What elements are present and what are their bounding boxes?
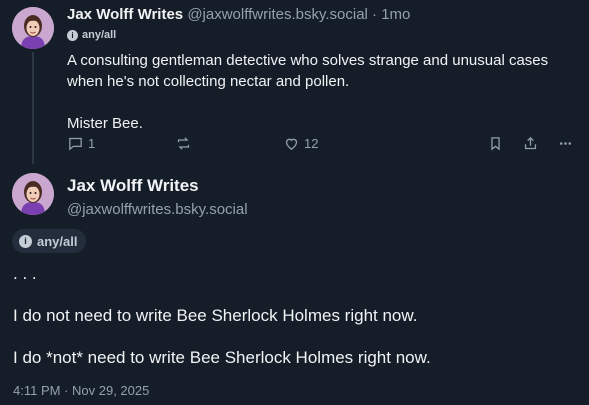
- post-text-line: A consulting gentleman detective who sol…: [67, 52, 549, 90]
- content-label-text: any/all: [82, 29, 117, 41]
- more-options-button[interactable]: [557, 135, 574, 152]
- thread-line: [32, 52, 34, 164]
- repost-button[interactable]: [175, 135, 196, 152]
- post-text-line: . . .: [13, 264, 37, 283]
- avatar-illustration: [12, 173, 54, 215]
- bookmark-button[interactable]: [487, 135, 504, 152]
- separator: ·: [372, 6, 378, 23]
- bookmark-icon: [491, 137, 500, 151]
- avatar[interactable]: [12, 173, 54, 215]
- reply-button[interactable]: 1: [67, 135, 95, 152]
- post-text: . . . I do not need to write Bee Sherloc…: [13, 263, 583, 389]
- post-actions: 1 12: [67, 135, 579, 155]
- post-timestamp[interactable]: 4:11 PM · Nov 29, 2025: [13, 383, 149, 398]
- avatar-illustration: [12, 7, 54, 49]
- label-icon: i: [19, 234, 32, 248]
- author-name[interactable]: Jax Wolff Writes: [67, 6, 183, 23]
- post-text-line: I do *not* need to write Bee Sherlock Ho…: [13, 348, 431, 367]
- content-label[interactable]: i any/all: [67, 29, 116, 41]
- author-handle[interactable]: @jaxwolffwrites.bsky.social: [67, 201, 248, 218]
- post-text-line: Mister Bee.: [67, 115, 143, 132]
- heart-icon: [285, 138, 298, 150]
- reply-icon: [69, 137, 82, 151]
- content-label[interactable]: i any/all: [12, 229, 87, 253]
- share-icon: [524, 136, 537, 150]
- post-time[interactable]: 1mo: [381, 6, 410, 23]
- avatar[interactable]: [12, 7, 54, 49]
- post-header: Jax Wolff Writes @jaxwolffwrites.bsky.so…: [67, 6, 410, 23]
- author-handle[interactable]: @jaxwolffwrites.bsky.social: [187, 6, 368, 23]
- more-icon: [559, 142, 572, 145]
- post-text-line: I do not need to write Bee Sherlock Holm…: [13, 306, 418, 325]
- post-header: Jax Wolff Writes @jaxwolffwrites.bsky.so…: [67, 176, 248, 218]
- reply-count: 1: [88, 136, 96, 151]
- like-count: 12: [304, 136, 319, 151]
- like-button[interactable]: 12: [283, 135, 318, 152]
- repost-icon: [177, 137, 190, 150]
- author-name[interactable]: Jax Wolff Writes: [67, 176, 248, 196]
- share-button[interactable]: [522, 135, 539, 152]
- label-icon: i: [67, 29, 78, 41]
- content-label-text: any/all: [37, 233, 78, 249]
